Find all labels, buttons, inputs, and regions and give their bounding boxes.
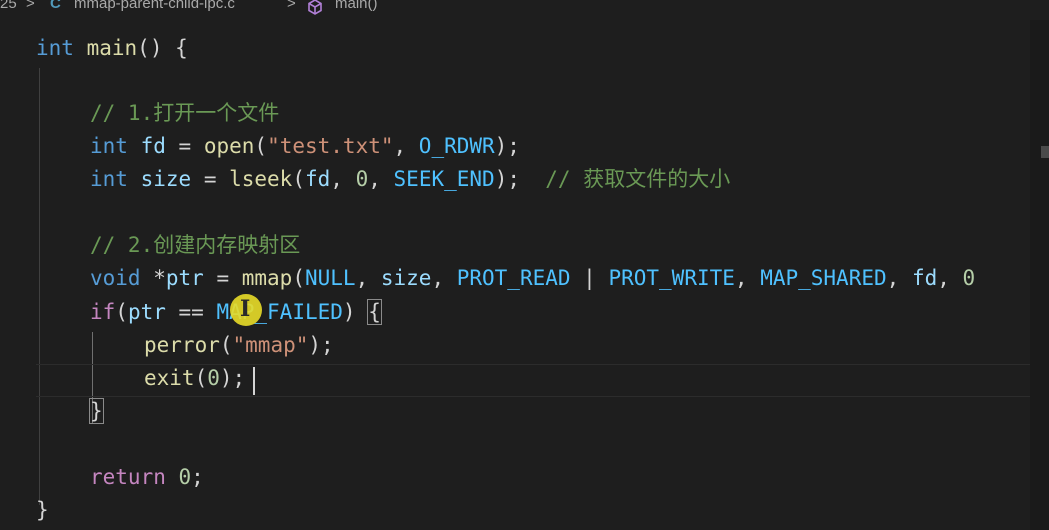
text-cursor-icon: I xyxy=(240,296,251,322)
code-line-5[interactable]: int size = lseek(fd, 0, SEEK_END); // 获取… xyxy=(90,163,730,196)
breadcrumb-separator: > xyxy=(26,0,35,12)
breadcrumb-symbol[interactable]: main() xyxy=(335,0,378,11)
scrollbar-marker xyxy=(1041,146,1049,158)
code-line-12[interactable]: } xyxy=(89,395,104,428)
vertical-scrollbar[interactable] xyxy=(1030,20,1049,530)
code-line-11[interactable]: exit(0); xyxy=(144,362,245,395)
code-line-14[interactable]: return 0; xyxy=(90,461,204,494)
code-line-10[interactable]: perror("mmap"); xyxy=(144,329,334,362)
breadcrumb: 25 > C mmap-parent-child-ipc.c > main() xyxy=(0,0,1049,20)
indent-guide xyxy=(39,68,40,505)
c-file-icon: C xyxy=(50,0,61,12)
method-cube-icon xyxy=(308,0,322,15)
code-line-3[interactable]: // 1.打开一个文件 xyxy=(90,97,279,130)
breadcrumb-folder[interactable]: 25 xyxy=(0,0,17,11)
code-line-7[interactable]: // 2.创建内存映射区 xyxy=(90,229,300,262)
breadcrumb-file[interactable]: mmap-parent-child-ipc.c xyxy=(74,0,235,11)
code-line-4[interactable]: int fd = open("test.txt", O_RDWR); xyxy=(90,130,520,163)
code-line-8[interactable]: void *ptr = mmap(NULL, size, PROT_READ |… xyxy=(90,262,975,295)
breadcrumb-separator: > xyxy=(287,0,296,12)
text-caret xyxy=(253,367,255,395)
code-line-15[interactable]: } xyxy=(36,494,49,527)
code-line-1[interactable]: int main() { xyxy=(36,32,188,65)
code-editor[interactable]: int main() { // 1.打开一个文件 int fd = open("… xyxy=(0,20,1030,530)
